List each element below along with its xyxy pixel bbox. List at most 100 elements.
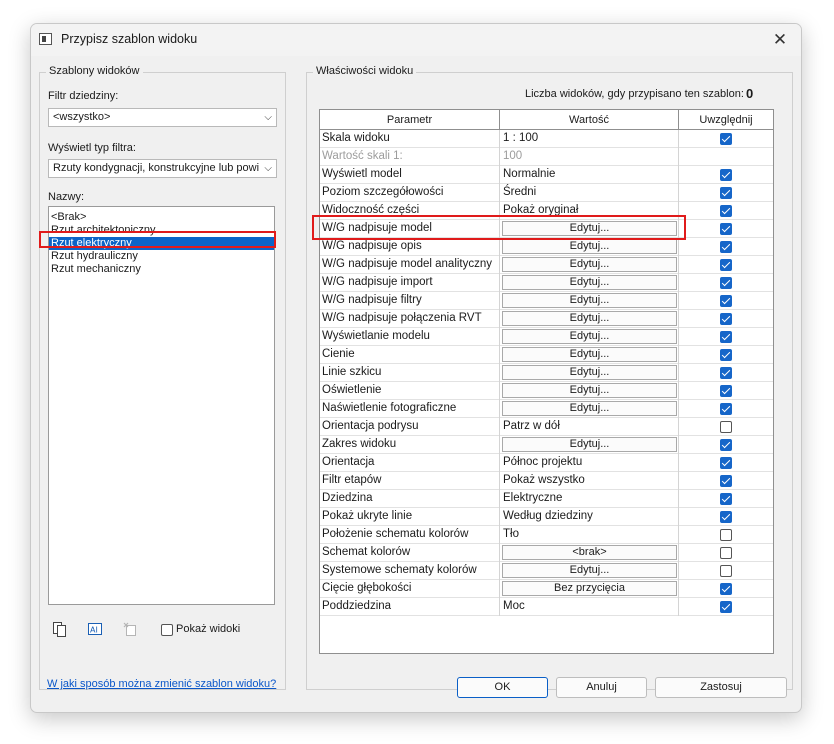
- property-value-cell[interactable]: Edytuj...: [500, 310, 679, 328]
- edit-button[interactable]: Edytuj...: [502, 365, 677, 380]
- discipline-filter-combo[interactable]: <wszystko> ⌵: [48, 108, 277, 127]
- include-checkbox[interactable]: [720, 205, 732, 217]
- property-row[interactable]: Linie szkicu Edytuj...: [320, 364, 773, 382]
- include-checkbox[interactable]: [720, 601, 732, 613]
- property-row[interactable]: Cięcie głębokości Bez przycięcia: [320, 580, 773, 598]
- property-value-cell[interactable]: Edytuj...: [500, 400, 679, 418]
- include-checkbox[interactable]: [720, 277, 732, 289]
- property-row[interactable]: Pokaż ukryte linie Według dziedziny: [320, 508, 773, 526]
- include-checkbox[interactable]: [720, 421, 732, 433]
- include-checkbox[interactable]: [720, 493, 732, 505]
- include-checkbox[interactable]: [720, 169, 732, 181]
- include-checkbox[interactable]: [720, 475, 732, 487]
- show-views-checkbox[interactable]: [161, 624, 173, 636]
- property-row[interactable]: Zakres widoku Edytuj...: [320, 436, 773, 454]
- property-row[interactable]: W/G nadpisuje import Edytuj...: [320, 274, 773, 292]
- edit-button[interactable]: Edytuj...: [502, 329, 677, 344]
- property-row[interactable]: Oświetlenie Edytuj...: [320, 382, 773, 400]
- include-checkbox[interactable]: [720, 529, 732, 541]
- property-value-cell[interactable]: Moc: [500, 598, 679, 616]
- property-value-cell[interactable]: Edytuj...: [500, 274, 679, 292]
- property-row[interactable]: Wyświetl model Normalnie: [320, 166, 773, 184]
- edit-button[interactable]: Edytuj...: [502, 383, 677, 398]
- property-value-cell[interactable]: Tło: [500, 526, 679, 544]
- edit-button[interactable]: Edytuj...: [502, 239, 677, 254]
- view-type-filter-combo[interactable]: Rzuty kondygnacji, konstrukcyjne lub pow…: [48, 159, 277, 178]
- property-value-cell[interactable]: Edytuj...: [500, 328, 679, 346]
- property-row[interactable]: Orientacja podrysu Patrz w dół: [320, 418, 773, 436]
- edit-button[interactable]: <brak>: [502, 545, 677, 560]
- edit-button[interactable]: Edytuj...: [502, 347, 677, 362]
- property-value-cell[interactable]: Edytuj...: [500, 346, 679, 364]
- property-row[interactable]: Cienie Edytuj...: [320, 346, 773, 364]
- include-checkbox[interactable]: [720, 403, 732, 415]
- include-checkbox[interactable]: [720, 583, 732, 595]
- property-row[interactable]: Systemowe schematy kolorów Edytuj...: [320, 562, 773, 580]
- list-item[interactable]: Rzut hydrauliczny: [49, 250, 274, 263]
- property-value-cell[interactable]: <brak>: [500, 544, 679, 562]
- property-value-cell[interactable]: Elektryczne: [500, 490, 679, 508]
- edit-button[interactable]: Edytuj...: [502, 401, 677, 416]
- ok-button[interactable]: OK: [457, 677, 548, 698]
- header-wartosc[interactable]: Wartość: [500, 110, 679, 130]
- property-row[interactable]: Wartość skali 1: 100: [320, 148, 773, 166]
- property-row[interactable]: W/G nadpisuje opis Edytuj...: [320, 238, 773, 256]
- property-row[interactable]: Skala widoku 1 : 100: [320, 130, 773, 148]
- edit-button[interactable]: Edytuj...: [502, 275, 677, 290]
- property-row[interactable]: Orientacja Północ projektu: [320, 454, 773, 472]
- rename-icon[interactable]: AI: [87, 621, 103, 637]
- include-checkbox[interactable]: [720, 547, 732, 559]
- include-checkbox[interactable]: [720, 295, 732, 307]
- edit-button[interactable]: Edytuj...: [502, 257, 677, 272]
- include-checkbox[interactable]: [720, 439, 732, 451]
- property-value-cell[interactable]: Edytuj...: [500, 238, 679, 256]
- edit-button[interactable]: Edytuj...: [502, 437, 677, 452]
- include-checkbox[interactable]: [720, 187, 732, 199]
- close-button[interactable]: ✕: [765, 26, 795, 54]
- list-item[interactable]: <Brak>: [49, 211, 274, 224]
- edit-button[interactable]: Bez przycięcia: [502, 581, 677, 596]
- duplicate-icon[interactable]: [52, 621, 68, 637]
- property-value-cell[interactable]: Bez przycięcia: [500, 580, 679, 598]
- property-row[interactable]: Naświetlenie fotograficzne Edytuj...: [320, 400, 773, 418]
- include-checkbox[interactable]: [720, 331, 732, 343]
- header-parametr[interactable]: Parametr: [320, 110, 500, 130]
- property-value-cell[interactable]: 1 : 100: [500, 130, 679, 148]
- property-value-cell[interactable]: Edytuj...: [500, 562, 679, 580]
- property-value-cell[interactable]: Średni: [500, 184, 679, 202]
- property-row[interactable]: Poddziedzina Moc: [320, 598, 773, 616]
- include-checkbox[interactable]: [720, 349, 732, 361]
- property-row[interactable]: Poziom szczegółowości Średni: [320, 184, 773, 202]
- include-checkbox[interactable]: [720, 223, 732, 235]
- include-checkbox[interactable]: [720, 511, 732, 523]
- include-checkbox[interactable]: [720, 565, 732, 577]
- list-item[interactable]: Rzut mechaniczny: [49, 263, 274, 276]
- property-value-cell[interactable]: Według dziedziny: [500, 508, 679, 526]
- include-checkbox[interactable]: [720, 313, 732, 325]
- property-row[interactable]: Wyświetlanie modelu Edytuj...: [320, 328, 773, 346]
- property-row[interactable]: W/G nadpisuje model analityczny Edytuj...: [320, 256, 773, 274]
- header-uwzglednij[interactable]: Uwzględnij: [679, 110, 773, 130]
- include-checkbox[interactable]: [720, 367, 732, 379]
- cancel-button[interactable]: Anuluj: [556, 677, 647, 698]
- edit-button[interactable]: Edytuj...: [502, 293, 677, 308]
- property-row[interactable]: Dziedzina Elektryczne: [320, 490, 773, 508]
- property-value-cell[interactable]: Pokaż wszystko: [500, 472, 679, 490]
- include-checkbox[interactable]: [720, 385, 732, 397]
- property-row[interactable]: Położenie schematu kolorów Tło: [320, 526, 773, 544]
- property-value-cell[interactable]: Edytuj...: [500, 382, 679, 400]
- property-value-cell[interactable]: Północ projektu: [500, 454, 679, 472]
- property-value-cell[interactable]: Edytuj...: [500, 256, 679, 274]
- include-checkbox[interactable]: [720, 241, 732, 253]
- edit-button[interactable]: Edytuj...: [502, 563, 677, 578]
- property-row[interactable]: W/G nadpisuje połączenia RVT Edytuj...: [320, 310, 773, 328]
- include-checkbox[interactable]: [720, 259, 732, 271]
- property-value-cell[interactable]: Normalnie: [500, 166, 679, 184]
- include-checkbox[interactable]: [720, 133, 732, 145]
- edit-button[interactable]: Edytuj...: [502, 311, 677, 326]
- help-link[interactable]: W jaki sposób można zmienić szablon wido…: [47, 678, 276, 690]
- property-value-cell[interactable]: Edytuj...: [500, 292, 679, 310]
- property-row[interactable]: Filtr etapów Pokaż wszystko: [320, 472, 773, 490]
- property-value-cell[interactable]: Edytuj...: [500, 436, 679, 454]
- property-row[interactable]: W/G nadpisuje filtry Edytuj...: [320, 292, 773, 310]
